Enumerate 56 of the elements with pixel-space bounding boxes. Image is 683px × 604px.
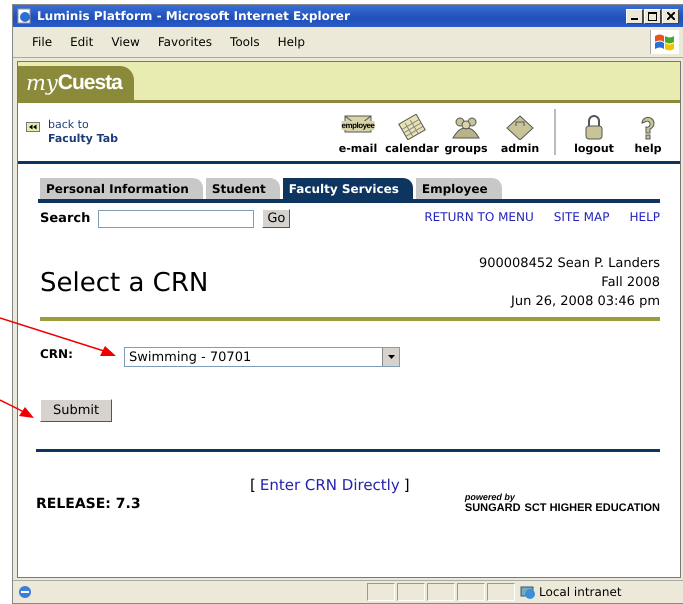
menu-item[interactable]: Edit <box>61 35 102 49</box>
release-label: RELEASE: 7.3 <box>36 496 141 512</box>
menu-item[interactable]: File <box>23 35 62 49</box>
security-zone: Local intranet <box>539 585 622 599</box>
rewind-icon <box>26 122 40 132</box>
status-pane <box>397 583 425 601</box>
status-pane <box>457 583 485 601</box>
user-info-text: Jun 26, 2008 03:46 pm <box>509 293 660 311</box>
nav-link[interactable]: logout <box>574 142 614 155</box>
close-button[interactable] <box>662 8 679 24</box>
annotation-arrow <box>0 399 34 418</box>
tab[interactable]: Personal Information <box>40 178 203 199</box>
tab[interactable]: Faculty Services <box>282 178 413 199</box>
menu-item[interactable]: Favorites <box>148 35 222 49</box>
back-link[interactable]: back to Faculty Tab <box>48 118 118 146</box>
page-title: Select a CRN <box>40 268 208 298</box>
network-globe-icon <box>519 584 537 600</box>
submit-button[interactable]: Submit <box>40 399 112 422</box>
site-logo: myCuesta <box>18 66 134 100</box>
menu-item[interactable]: Help <box>268 35 314 49</box>
close-icon <box>666 12 674 20</box>
nav-link[interactable]: help <box>634 142 662 155</box>
browser-icon <box>17 8 33 24</box>
window-title: Luminis Platform - Microsoft Internet Explorer <box>37 9 351 23</box>
tab[interactable]: Student <box>206 178 280 199</box>
go-button[interactable]: Go <box>262 209 290 228</box>
user-info-text: Fall 2008 <box>600 274 660 292</box>
crn-label: CRN: <box>40 347 74 361</box>
status-pane <box>487 583 515 601</box>
icon-caption: employee <box>342 121 374 130</box>
user-info-text: 900008452 Sean P. Landers <box>478 255 660 273</box>
bracket: [ <box>250 476 256 494</box>
nav-link[interactable]: groups <box>444 142 488 155</box>
search-label: Search <box>40 211 90 226</box>
minimize-button[interactable] <box>626 8 643 24</box>
menu-item[interactable]: Tools <box>221 35 269 49</box>
menu-item[interactable]: View <box>102 35 149 49</box>
crn-dropdown[interactable]: Swimming - 70701 <box>124 347 400 367</box>
vendor-logo: powered by SUNGARD SCT HIGHER EDUCATION <box>464 492 660 514</box>
nav-link[interactable]: SITE MAP <box>554 210 610 224</box>
maximize-button[interactable] <box>644 8 661 24</box>
status-pane <box>367 583 395 601</box>
dropdown-arrow-icon <box>388 355 394 359</box>
enter-crn-link[interactable]: Enter CRN Directly <box>260 476 400 494</box>
maximize-icon <box>648 12 657 20</box>
nav-link[interactable]: RETURN TO MENU <box>424 210 534 224</box>
search-field[interactable] <box>98 210 254 228</box>
bracket: ] <box>404 476 410 494</box>
toolbox-icon <box>505 114 535 140</box>
nav-link[interactable]: admin <box>500 142 540 155</box>
tab[interactable]: Employee <box>416 178 502 199</box>
nav-link[interactable]: HELP <box>629 210 660 224</box>
status-pane <box>427 583 455 601</box>
nav-link[interactable]: e-mail <box>338 142 378 155</box>
windows-flag-icon <box>650 30 679 54</box>
nav-link[interactable]: calendar <box>385 142 439 155</box>
